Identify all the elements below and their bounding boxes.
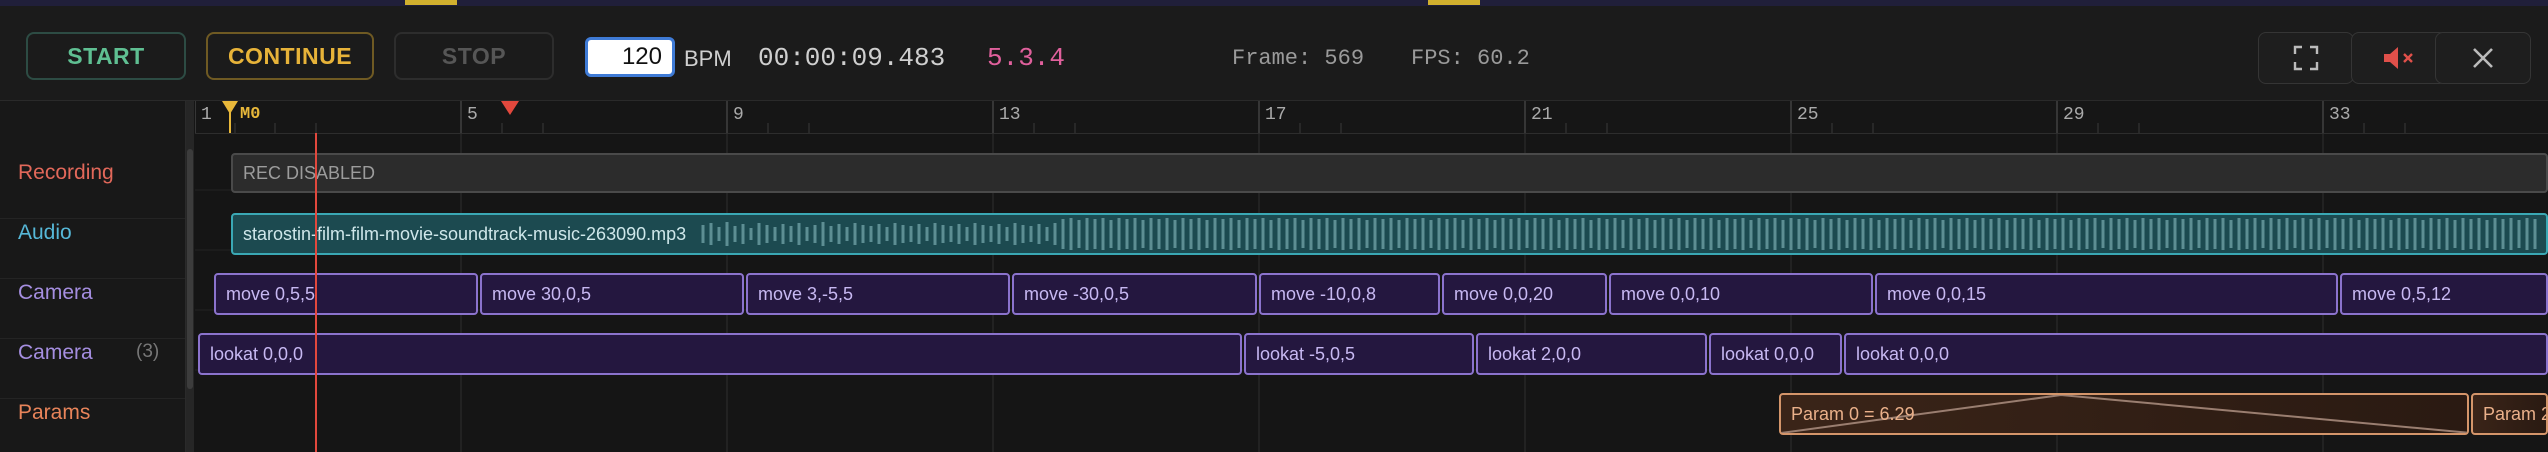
fullscreen-icon: [2293, 45, 2319, 71]
ruler-tick-label: 5: [467, 105, 478, 125]
position-readout: 5.3.4: [987, 43, 1066, 73]
playhead-line: [315, 133, 317, 452]
ruler-tick-label: 17: [1265, 105, 1287, 125]
track-label-camera-lookat: Camera: [18, 341, 93, 364]
camera-move-clip[interactable]: move 0,5,12: [2340, 273, 2548, 315]
close-button[interactable]: [2435, 32, 2531, 84]
ruler-tick-label: 33: [2329, 105, 2351, 125]
fps-readout: FPS: 60.2: [1411, 46, 1530, 71]
camera-lookat-clip[interactable]: lookat 0,0,0: [198, 333, 1242, 375]
marker-label: M0: [240, 105, 260, 124]
ruler-tick-label: 9: [733, 105, 744, 125]
recording-clip[interactable]: REC DISABLED: [231, 153, 2548, 193]
bpm-label: BPM: [684, 46, 732, 71]
marker-strip-indicator: [405, 0, 457, 5]
ruler-tick-label: 13: [999, 105, 1021, 125]
camera-move-clip[interactable]: move 30,0,5: [480, 273, 744, 315]
param-clip-label: Param 0 = 6.29: [1791, 403, 1915, 424]
track-count-badge: (3): [136, 341, 160, 362]
frame-readout: Frame: 569: [1232, 46, 1365, 71]
param-clip[interactable]: Param 0 = 6.29: [1779, 393, 2469, 435]
bpm-input[interactable]: 120: [585, 37, 675, 77]
camera-lookat-clip[interactable]: lookat 2,0,0: [1476, 333, 1707, 375]
camera-move-clip[interactable]: move 0,0,10: [1609, 273, 1873, 315]
camera-move-clip[interactable]: move -30,0,5: [1012, 273, 1257, 315]
ruler-tick-label: 21: [1531, 105, 1553, 125]
timeline-ruler[interactable]: 1 5 9 13 17 21 25 29 33 M0: [195, 101, 2548, 134]
mute-button[interactable]: [2351, 32, 2447, 84]
camera-lookat-clip[interactable]: lookat 0,0,0: [1844, 333, 2548, 375]
ruler-tick-label: 25: [1797, 105, 1819, 125]
timeline-area[interactable]: REC DISABLED starostin-film-film-movie-s…: [195, 133, 2548, 452]
start-button[interactable]: START: [26, 32, 186, 80]
camera-move-clip[interactable]: move 0,5,5: [214, 273, 478, 315]
track-label-camera: Camera: [18, 281, 93, 304]
camera-move-clip[interactable]: move 0,0,20: [1442, 273, 1607, 315]
camera-move-clip[interactable]: move 0,0,15: [1875, 273, 2338, 315]
scrollbar-thumb[interactable]: [187, 149, 193, 389]
camera-move-clip[interactable]: move -10,0,8: [1259, 273, 1440, 315]
track-label-audio: Audio: [18, 221, 72, 244]
time-readout: 00:00:09.483: [758, 43, 946, 73]
track-labels: Recording Audio Camera Camera (3) Params: [0, 101, 186, 452]
audio-clip-filename: starostin-film-film-movie-soundtrack-mus…: [243, 223, 687, 244]
camera-lookat-clip[interactable]: lookat -5,0,5: [1244, 333, 1474, 375]
ruler-tick-label: 1: [201, 105, 212, 125]
camera-lookat-clip[interactable]: lookat 0,0,0: [1709, 333, 1842, 375]
continue-button[interactable]: CONTINUE: [206, 32, 374, 80]
close-icon: [2473, 48, 2493, 68]
fullscreen-button[interactable]: [2258, 32, 2354, 84]
camera-move-clip[interactable]: move 3,-5,5: [746, 273, 1010, 315]
track-scrollbar[interactable]: [186, 101, 194, 452]
ruler-tick-label: 29: [2063, 105, 2085, 125]
mute-icon: [2384, 47, 2413, 69]
param-clip[interactable]: Param 2: [2471, 393, 2548, 435]
audio-clip[interactable]: starostin-film-film-movie-soundtrack-mus…: [231, 213, 2548, 255]
track-label-recording: Recording: [18, 161, 114, 184]
playhead-handle[interactable]: [501, 101, 519, 115]
transport-toolbar: START CONTINUE STOP 120 BPM 00:00:09.483…: [0, 6, 2548, 101]
marker-strip-indicator: [1428, 0, 1480, 5]
track-label-params: Params: [18, 401, 91, 424]
stop-button[interactable]: STOP: [394, 32, 554, 80]
